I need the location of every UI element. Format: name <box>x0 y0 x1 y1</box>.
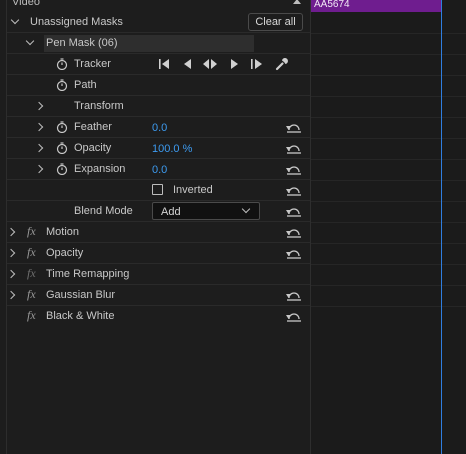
effect-row-time-remapping: fx Time Remapping <box>6 264 310 285</box>
timeline-row-line <box>311 138 466 139</box>
timeline-row-line <box>311 96 466 97</box>
transform-row: Transform <box>7 96 310 117</box>
feather-label: Feather <box>74 121 112 133</box>
fx-icon[interactable]: fx <box>27 308 36 323</box>
timeline-row-line <box>311 75 466 76</box>
tracker-label: Tracker <box>74 58 111 70</box>
stopwatch-icon[interactable] <box>56 142 68 154</box>
timeline-row-line <box>311 201 466 202</box>
stopwatch-icon[interactable] <box>56 163 68 175</box>
track-forward-one-frame-icon[interactable] <box>250 58 264 70</box>
stopwatch-icon[interactable] <box>56 79 68 91</box>
blend-mode-row: Blend Mode Add <box>7 201 310 222</box>
fx-icon[interactable]: fx <box>27 224 36 239</box>
chevron-right-icon[interactable] <box>34 101 44 111</box>
tracker-row: Tracker <box>7 54 310 75</box>
chevron-down-icon[interactable] <box>10 15 20 25</box>
chevron-down-icon[interactable] <box>25 36 35 46</box>
chevron-right-icon[interactable] <box>6 290 16 300</box>
chevron-right-icon[interactable] <box>34 164 44 174</box>
effect-name: Black & White <box>46 310 115 322</box>
track-both-directions-icon[interactable] <box>202 58 218 70</box>
blend-mode-label: Blend Mode <box>74 205 133 217</box>
chevron-right-icon[interactable] <box>34 143 44 153</box>
timeline-area[interactable]: AA5674 <box>310 0 466 454</box>
unassigned-masks-row: Unassigned Masks Clear all <box>7 12 310 33</box>
wrench-icon[interactable] <box>275 57 289 71</box>
feather-row: Feather 0.0 <box>7 117 310 138</box>
timeline-row-line <box>311 306 466 307</box>
track-forward-icon[interactable] <box>229 58 241 70</box>
feather-value[interactable]: 0.0 <box>152 122 167 134</box>
playhead[interactable] <box>441 0 442 454</box>
timeline-clip[interactable]: AA5674 <box>311 0 441 12</box>
timeline-row-line <box>311 264 466 265</box>
track-backward-one-frame-icon[interactable] <box>157 58 171 70</box>
path-label: Path <box>74 79 97 91</box>
inverted-row: Inverted <box>7 180 310 201</box>
reset-icon[interactable] <box>286 142 302 154</box>
timeline-row-line <box>311 285 466 286</box>
pen-mask-row: Pen Mask (06) <box>7 33 310 54</box>
timeline-row-line <box>311 117 466 118</box>
expansion-row: Expansion 0.0 <box>7 159 310 180</box>
effect-name: Gaussian Blur <box>46 289 116 301</box>
timeline-row-line <box>311 54 466 55</box>
reset-icon[interactable] <box>286 205 302 217</box>
fx-icon[interactable]: fx <box>27 266 36 281</box>
expansion-value[interactable]: 0.0 <box>152 164 167 176</box>
fx-icon[interactable]: fx <box>27 287 36 302</box>
collapse-up-icon[interactable] <box>293 0 301 4</box>
inverted-checkbox[interactable] <box>152 184 163 195</box>
chevron-right-icon[interactable] <box>6 227 16 237</box>
clear-all-button[interactable]: Clear all <box>248 13 303 31</box>
inverted-label: Inverted <box>173 184 213 196</box>
unassigned-masks-label: Unassigned Masks <box>30 16 123 28</box>
reset-icon[interactable] <box>286 163 302 175</box>
reset-icon[interactable] <box>286 184 302 196</box>
effect-name: Opacity <box>46 247 84 259</box>
mask-name-label: Pen Mask (06) <box>46 37 118 49</box>
path-row: Path <box>7 75 310 96</box>
mask-opacity-row: Opacity 100.0 % <box>7 138 310 159</box>
chevron-right-icon[interactable] <box>6 248 16 258</box>
chevron-right-icon[interactable] <box>34 122 44 132</box>
reset-icon[interactable] <box>286 226 302 238</box>
effect-row-motion: fx Motion <box>6 222 310 243</box>
blend-mode-dropdown[interactable]: Add <box>152 202 260 220</box>
timeline-row-line <box>311 33 466 34</box>
expansion-label: Expansion <box>74 163 126 175</box>
transform-label: Transform <box>74 100 124 112</box>
reset-icon[interactable] <box>286 289 302 301</box>
track-backward-icon[interactable] <box>181 58 193 70</box>
mask-opacity-value[interactable]: 100.0 % <box>152 143 192 155</box>
effect-row-black-white: fx Black & White <box>7 306 310 327</box>
mask-opacity-label: Opacity <box>74 142 112 154</box>
timeline-row-line <box>311 159 466 160</box>
timeline-row-line <box>311 243 466 244</box>
reset-icon[interactable] <box>286 310 302 322</box>
effect-controls-panel: Video Unassigned Masks Clear all Pen Mas… <box>0 0 310 454</box>
blend-mode-value: Add <box>161 206 181 218</box>
section-title: Video <box>12 0 40 8</box>
stopwatch-icon[interactable] <box>56 58 68 70</box>
timeline-row-line <box>311 180 466 181</box>
effect-row-opacity: fx Opacity <box>6 243 310 264</box>
reset-icon[interactable] <box>286 121 302 133</box>
chevron-down-icon <box>241 204 251 214</box>
reset-icon[interactable] <box>286 247 302 259</box>
timeline-row-line <box>311 222 466 223</box>
chevron-right-icon[interactable] <box>6 269 16 279</box>
effect-row-gaussian-blur: fx Gaussian Blur <box>6 285 310 306</box>
stopwatch-icon[interactable] <box>56 121 68 133</box>
fx-icon[interactable]: fx <box>27 245 36 260</box>
effect-name: Motion <box>46 226 80 238</box>
effect-name: Time Remapping <box>46 268 130 280</box>
